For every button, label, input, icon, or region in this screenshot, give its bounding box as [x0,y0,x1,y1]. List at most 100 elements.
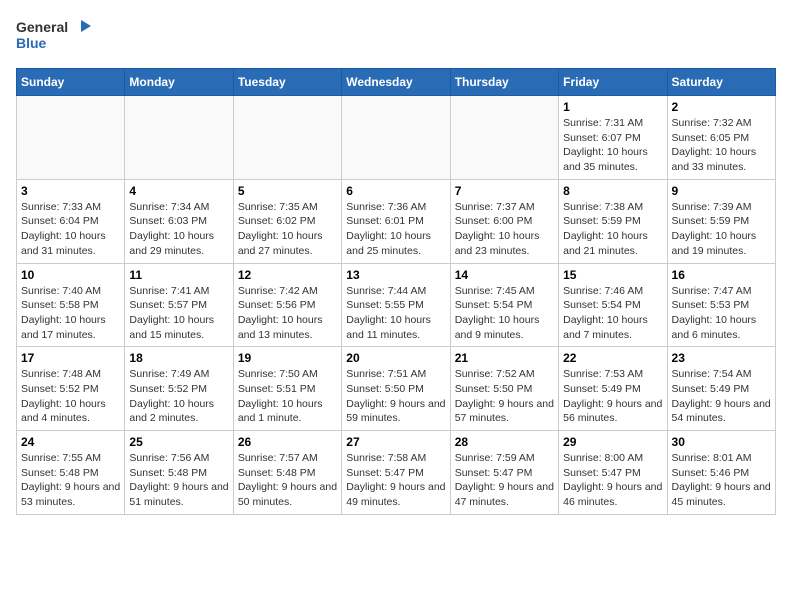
day-number: 8 [563,184,662,198]
day-info: Sunrise: 7:31 AM Sunset: 6:07 PM Dayligh… [563,116,662,175]
day-number: 20 [346,351,445,365]
day-info: Sunrise: 7:44 AM Sunset: 5:55 PM Dayligh… [346,284,445,343]
calendar-day-cell [125,96,233,180]
weekday-header: Thursday [450,69,558,96]
day-number: 29 [563,435,662,449]
day-info: Sunrise: 7:45 AM Sunset: 5:54 PM Dayligh… [455,284,554,343]
day-number: 10 [21,268,120,282]
calendar-day-cell: 24 Sunrise: 7:55 AM Sunset: 5:48 PM Dayli… [17,431,125,515]
logo-icon: GeneralBlue [16,16,96,56]
day-info: Sunrise: 7:32 AM Sunset: 6:05 PM Dayligh… [672,116,771,175]
calendar-day-cell: 1 Sunrise: 7:31 AM Sunset: 6:07 PM Daylig… [559,96,667,180]
calendar-day-cell: 7 Sunrise: 7:37 AM Sunset: 6:00 PM Daylig… [450,179,558,263]
day-info: Sunrise: 7:47 AM Sunset: 5:53 PM Dayligh… [672,284,771,343]
day-info: Sunrise: 8:00 AM Sunset: 5:47 PM Dayligh… [563,451,662,510]
day-info: Sunrise: 7:53 AM Sunset: 5:49 PM Dayligh… [563,367,662,426]
day-info: Sunrise: 7:33 AM Sunset: 6:04 PM Dayligh… [21,200,120,259]
calendar-day-cell: 6Sunrise: 7:36 AM Sunset: 6:01 PM Daylig… [342,179,450,263]
day-number: 27 [346,435,445,449]
day-number: 2 [672,100,771,114]
day-info: Sunrise: 8:01 AM Sunset: 5:46 PM Dayligh… [672,451,771,510]
day-info: Sunrise: 7:55 AM Sunset: 5:48 PM Dayligh… [21,451,120,510]
calendar-week-row: 24 Sunrise: 7:55 AM Sunset: 5:48 PM Dayli… [17,431,776,515]
weekday-header: Sunday [17,69,125,96]
day-number: 17 [21,351,120,365]
day-number: 24 [21,435,120,449]
day-number: 23 [672,351,771,365]
day-number: 6 [346,184,445,198]
svg-text:Blue: Blue [16,35,47,51]
day-number: 25 [129,435,228,449]
day-info: Sunrise: 7:35 AM Sunset: 6:02 PM Dayligh… [238,200,337,259]
calendar-day-cell: 14Sunrise: 7:45 AM Sunset: 5:54 PM Dayli… [450,263,558,347]
calendar-week-row: 10 Sunrise: 7:40 AM Sunset: 5:58 PM Dayli… [17,263,776,347]
day-info: Sunrise: 7:40 AM Sunset: 5:58 PM Dayligh… [21,284,120,343]
calendar-day-cell: 16 Sunrise: 7:47 AM Sunset: 5:53 PM Dayli… [667,263,775,347]
calendar-day-cell: 23 Sunrise: 7:54 AM Sunset: 5:49 PM Dayli… [667,347,775,431]
day-number: 4 [129,184,228,198]
day-number: 3 [21,184,120,198]
day-number: 18 [129,351,228,365]
weekday-header: Tuesday [233,69,341,96]
calendar-day-cell: 25 Sunrise: 7:56 AM Sunset: 5:48 PM Dayli… [125,431,233,515]
calendar-day-cell [17,96,125,180]
weekday-header: Saturday [667,69,775,96]
calendar-week-row: 1 Sunrise: 7:31 AM Sunset: 6:07 PM Daylig… [17,96,776,180]
day-info: Sunrise: 7:48 AM Sunset: 5:52 PM Dayligh… [21,367,120,426]
calendar-day-cell: 15 Sunrise: 7:46 AM Sunset: 5:54 PM Dayli… [559,263,667,347]
day-number: 11 [129,268,228,282]
day-number: 28 [455,435,554,449]
calendar-header-row: SundayMondayTuesdayWednesdayThursdayFrid… [17,69,776,96]
day-info: Sunrise: 7:52 AM Sunset: 5:50 PM Dayligh… [455,367,554,426]
page-header: GeneralBlue [16,16,776,56]
day-info: Sunrise: 7:51 AM Sunset: 5:50 PM Dayligh… [346,367,445,426]
calendar-week-row: 3 Sunrise: 7:33 AM Sunset: 6:04 PM Daylig… [17,179,776,263]
day-number: 5 [238,184,337,198]
day-info: Sunrise: 7:58 AM Sunset: 5:47 PM Dayligh… [346,451,445,510]
day-number: 13 [346,268,445,282]
calendar-day-cell: 4 Sunrise: 7:34 AM Sunset: 6:03 PM Daylig… [125,179,233,263]
day-number: 26 [238,435,337,449]
calendar-day-cell: 13 Sunrise: 7:44 AM Sunset: 5:55 PM Dayli… [342,263,450,347]
calendar-day-cell: 30 Sunrise: 8:01 AM Sunset: 5:46 PM Dayli… [667,431,775,515]
weekday-header: Monday [125,69,233,96]
calendar-day-cell: 18 Sunrise: 7:49 AM Sunset: 5:52 PM Dayli… [125,347,233,431]
day-number: 22 [563,351,662,365]
day-info: Sunrise: 7:56 AM Sunset: 5:48 PM Dayligh… [129,451,228,510]
calendar-day-cell: 29 Sunrise: 8:00 AM Sunset: 5:47 PM Dayli… [559,431,667,515]
calendar-day-cell: 9Sunrise: 7:39 AM Sunset: 5:59 PM Daylig… [667,179,775,263]
day-number: 12 [238,268,337,282]
calendar-day-cell [233,96,341,180]
day-number: 1 [563,100,662,114]
day-number: 16 [672,268,771,282]
day-number: 21 [455,351,554,365]
calendar-table: SundayMondayTuesdayWednesdayThursdayFrid… [16,68,776,515]
day-number: 15 [563,268,662,282]
calendar-day-cell: 28Sunrise: 7:59 AM Sunset: 5:47 PM Dayli… [450,431,558,515]
day-info: Sunrise: 7:39 AM Sunset: 5:59 PM Dayligh… [672,200,771,259]
calendar-day-cell: 21 Sunrise: 7:52 AM Sunset: 5:50 PM Dayli… [450,347,558,431]
calendar-day-cell: 8 Sunrise: 7:38 AM Sunset: 5:59 PM Daylig… [559,179,667,263]
calendar-day-cell: 26 Sunrise: 7:57 AM Sunset: 5:48 PM Dayli… [233,431,341,515]
day-info: Sunrise: 7:34 AM Sunset: 6:03 PM Dayligh… [129,200,228,259]
calendar-day-cell: 12Sunrise: 7:42 AM Sunset: 5:56 PM Dayli… [233,263,341,347]
day-info: Sunrise: 7:57 AM Sunset: 5:48 PM Dayligh… [238,451,337,510]
day-info: Sunrise: 7:46 AM Sunset: 5:54 PM Dayligh… [563,284,662,343]
calendar-day-cell: 19 Sunrise: 7:50 AM Sunset: 5:51 PM Dayli… [233,347,341,431]
day-number: 19 [238,351,337,365]
day-info: Sunrise: 7:54 AM Sunset: 5:49 PM Dayligh… [672,367,771,426]
day-info: Sunrise: 7:50 AM Sunset: 5:51 PM Dayligh… [238,367,337,426]
calendar-week-row: 17 Sunrise: 7:48 AM Sunset: 5:52 PM Dayli… [17,347,776,431]
calendar-day-cell: 10 Sunrise: 7:40 AM Sunset: 5:58 PM Dayli… [17,263,125,347]
day-info: Sunrise: 7:49 AM Sunset: 5:52 PM Dayligh… [129,367,228,426]
day-info: Sunrise: 7:41 AM Sunset: 5:57 PM Dayligh… [129,284,228,343]
logo: GeneralBlue [16,16,96,56]
day-info: Sunrise: 7:38 AM Sunset: 5:59 PM Dayligh… [563,200,662,259]
calendar-day-cell: 2 Sunrise: 7:32 AM Sunset: 6:05 PM Daylig… [667,96,775,180]
day-info: Sunrise: 7:37 AM Sunset: 6:00 PM Dayligh… [455,200,554,259]
calendar-day-cell [342,96,450,180]
day-number: 7 [455,184,554,198]
day-number: 30 [672,435,771,449]
calendar-day-cell: 20 Sunrise: 7:51 AM Sunset: 5:50 PM Dayli… [342,347,450,431]
calendar-day-cell: 5 Sunrise: 7:35 AM Sunset: 6:02 PM Daylig… [233,179,341,263]
